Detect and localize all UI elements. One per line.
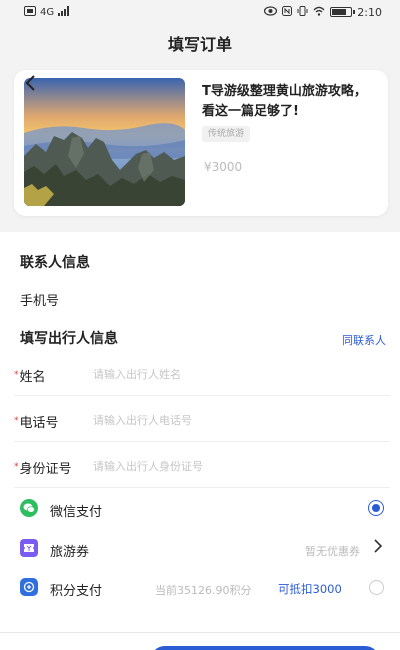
points-pay-label: 积分支付: [50, 584, 103, 599]
product-image: [24, 78, 185, 206]
traveler-id-label: *身份证号: [14, 458, 72, 477]
ticket-icon: [20, 539, 38, 557]
required-mark: *: [14, 462, 19, 472]
nav-bar: 填写订单: [0, 26, 400, 60]
bottom-bar-divider: [0, 632, 400, 633]
required-mark: *: [14, 370, 19, 380]
nfc-icon: [282, 5, 293, 19]
required-mark: *: [14, 416, 19, 426]
chevron-left-icon: [24, 74, 36, 96]
product-tag: 传统旅游: [202, 126, 251, 142]
status-right: 2:10: [264, 5, 382, 19]
battery-icon: [330, 7, 356, 17]
product-price: ¥3000: [204, 160, 243, 174]
contact-section-title: 联系人信息: [20, 255, 90, 271]
traveler-name-label: *姓名: [14, 366, 46, 385]
battery-level: [332, 9, 346, 15]
traveler-phone-label-text: 电话号: [19, 416, 59, 431]
contact-phone-label[interactable]: 手机号: [20, 290, 59, 309]
product-card[interactable]: T导游级整理黄山旅游攻略，看这一篇足够了! 传统旅游 ¥3000: [14, 70, 388, 216]
traveler-name-label-text: 姓名: [19, 370, 46, 385]
divider: [14, 487, 390, 488]
signal-icon: [58, 5, 70, 19]
traveler-id-input[interactable]: [93, 455, 373, 477]
eye-icon: [264, 5, 278, 19]
sim-icon: [24, 5, 36, 19]
chevron-right-icon: [374, 538, 383, 557]
network-type: 4G: [40, 6, 55, 18]
divider: [14, 441, 390, 442]
submit-button[interactable]: [150, 646, 380, 650]
points-pay-radio[interactable]: [369, 580, 384, 595]
traveler-phone-input[interactable]: [93, 409, 373, 431]
traveler-phone-label: *电话号: [14, 412, 59, 431]
back-button[interactable]: [20, 74, 40, 96]
traveler-name-input[interactable]: [93, 363, 373, 385]
traveler-id-label-text: 身份证号: [19, 462, 72, 477]
traveler-section-title: 填写出行人信息: [20, 331, 118, 347]
product-title: T导游级整理黄山旅游攻略，看这一篇足够了!: [202, 84, 367, 119]
coupon-label: 旅游券: [50, 545, 90, 560]
points-icon: [20, 578, 38, 596]
status-bar: 4G 2:10: [0, 0, 400, 24]
wifi-icon: [313, 6, 325, 19]
page-title: 填写订单: [167, 35, 232, 54]
wechat-icon: [20, 499, 38, 517]
status-time: 2:10: [357, 5, 382, 19]
order-form: 联系人信息 手机号 填写出行人信息 同联系人 *姓名 *电话号 *身份证号 微信…: [0, 232, 400, 650]
vibrate-icon: [297, 5, 308, 19]
points-deduct: 可抵扣3000: [278, 582, 342, 596]
divider: [14, 395, 390, 396]
wechat-pay-radio[interactable]: [368, 500, 384, 516]
status-left: 4G: [24, 5, 70, 19]
coupon-value: 暂无优惠券: [305, 545, 360, 558]
wechat-pay-label: 微信支付: [50, 505, 103, 520]
same-as-contact-button[interactable]: 同联系人: [342, 332, 386, 348]
points-balance: 当前35126.90积分: [155, 584, 252, 597]
